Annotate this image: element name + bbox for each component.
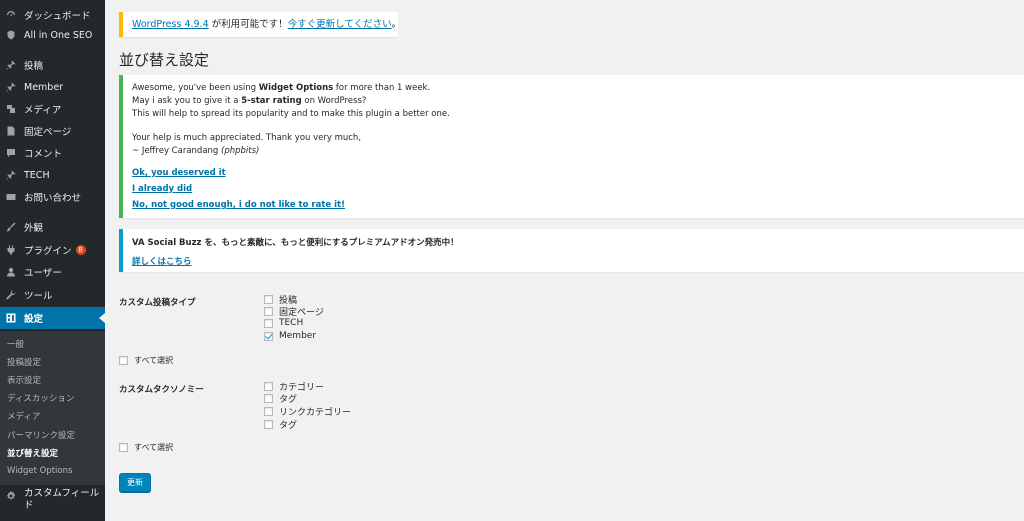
notice-line: This will help to spread its popularity … bbox=[132, 109, 450, 119]
plugin-icon bbox=[6, 245, 16, 255]
post-type-option[interactable]: TECH bbox=[264, 318, 303, 328]
update-notice: WordPress 4.9.4 が利用可能です！今すぐ更新してください。 bbox=[119, 12, 401, 37]
taxonomy-option[interactable]: タグ bbox=[264, 418, 297, 431]
sidebar-item-label: 固定ページ bbox=[24, 127, 72, 138]
sidebar-item-plugins[interactable]: プラグイン 8 bbox=[0, 239, 105, 261]
submenu-item-reorder-settings[interactable]: 並び替え設定 bbox=[7, 447, 58, 459]
sidebar-item-media[interactable]: メディア bbox=[0, 98, 105, 120]
sidebar-item-label: お問い合わせ bbox=[24, 193, 82, 204]
sidebar-item-tech[interactable]: TECH bbox=[0, 164, 105, 186]
update-notice-text: が利用可能です！ bbox=[208, 19, 288, 30]
submenu-item-reading[interactable]: 表示設定 bbox=[7, 374, 41, 386]
sidebar-item-label: ダッシュボード bbox=[24, 11, 91, 22]
sidebar-item-label: ユーザー bbox=[24, 268, 62, 279]
sidebar-item-member[interactable]: Member bbox=[0, 76, 105, 98]
details-link[interactable]: 詳しくはこちら bbox=[132, 255, 192, 267]
sidebar-item-contact[interactable]: お問い合わせ bbox=[0, 186, 105, 208]
sidebar-item-custom-fields[interactable]: カスタムフィールド bbox=[0, 488, 105, 516]
update-button[interactable]: 更新 bbox=[119, 473, 151, 492]
settings-icon bbox=[6, 313, 16, 323]
pin-icon bbox=[6, 82, 16, 92]
sidebar-item-all-in-one-seo[interactable]: All in One SEO bbox=[0, 24, 105, 46]
checkbox-checked[interactable] bbox=[264, 331, 273, 341]
rate-ok-link[interactable]: Ok, you deserved it bbox=[132, 168, 226, 178]
checkbox[interactable] bbox=[264, 307, 273, 316]
pin-icon bbox=[6, 60, 16, 70]
checkbox[interactable] bbox=[264, 420, 273, 429]
notice-line: Your help is much appreciated. Thank you… bbox=[132, 133, 362, 143]
sidebar-item-label: 外観 bbox=[24, 223, 44, 234]
plugin-update-count-badge: 8 bbox=[75, 245, 86, 255]
admin-sidebar: ダッシュボード All in One SEO 投稿 Member メディア 固定… bbox=[0, 0, 105, 521]
wrench-icon bbox=[6, 290, 16, 300]
notice-line: Awesome, you've been using Widget Option… bbox=[132, 83, 431, 93]
shield-icon bbox=[6, 30, 16, 40]
sidebar-item-posts[interactable]: 投稿 bbox=[0, 54, 105, 76]
checkbox[interactable] bbox=[264, 407, 273, 416]
taxonomies-label: カスタムタクソノミー bbox=[119, 385, 204, 395]
select-all-taxonomies[interactable]: すべて選択 bbox=[119, 442, 173, 453]
post-type-option[interactable]: 固定ページ bbox=[264, 305, 324, 318]
already-rated-link[interactable]: I already did bbox=[132, 184, 192, 194]
sidebar-item-label: TECH bbox=[24, 169, 50, 181]
widget-options-rating-notice: Awesome, you've been using Widget Option… bbox=[119, 75, 1024, 218]
submenu-item-writing[interactable]: 投稿設定 bbox=[7, 356, 41, 368]
sidebar-item-label: 設定 bbox=[24, 314, 44, 325]
sidebar-item-users[interactable]: ユーザー bbox=[0, 261, 105, 283]
update-now-link[interactable]: 今すぐ更新してください bbox=[288, 19, 392, 30]
sidebar-item-pages[interactable]: 固定ページ bbox=[0, 120, 105, 142]
wordpress-version-link[interactable]: WordPress 4.9.4 bbox=[132, 19, 209, 30]
taxonomy-option[interactable]: タグ bbox=[264, 392, 297, 405]
checkbox[interactable] bbox=[119, 356, 128, 365]
submenu-item-general[interactable]: 一般 bbox=[7, 338, 24, 350]
page-icon bbox=[6, 126, 16, 136]
submenu-item-media[interactable]: メディア bbox=[7, 410, 40, 422]
sidebar-item-label: プラグイン bbox=[24, 246, 72, 257]
sidebar-item-label: コメント bbox=[24, 149, 63, 160]
sidebar-item-label: カスタムフィールド bbox=[24, 488, 100, 511]
sidebar-item-appearance[interactable]: 外観 bbox=[0, 216, 105, 238]
sidebar-item-label: All in One SEO bbox=[24, 29, 93, 41]
update-notice-end: 。 bbox=[391, 19, 402, 30]
sidebar-item-dashboard[interactable]: ダッシュボード bbox=[0, 4, 105, 26]
post-types-label: カスタム投稿タイプ bbox=[119, 298, 196, 308]
checkbox[interactable] bbox=[264, 295, 273, 304]
checkbox[interactable] bbox=[264, 382, 273, 391]
checkbox[interactable] bbox=[264, 394, 273, 403]
dashboard-icon bbox=[6, 10, 16, 20]
sidebar-item-label: メディア bbox=[24, 105, 62, 116]
pin-icon bbox=[6, 170, 16, 180]
submenu-item-permalinks[interactable]: パーマリンク設定 bbox=[7, 429, 75, 441]
checkbox[interactable] bbox=[119, 443, 128, 452]
sidebar-item-label: 投稿 bbox=[24, 61, 44, 72]
va-social-buzz-notice: VA Social Buzz を、もっと素敵に、もっと便利にするプレミアムアドオ… bbox=[119, 229, 1024, 272]
checkbox[interactable] bbox=[264, 318, 273, 328]
notice-line: May i ask you to give it a 5-star rating… bbox=[132, 96, 367, 106]
sidebar-item-label: Member bbox=[24, 81, 64, 93]
submenu-item-discussion[interactable]: ディスカッション bbox=[7, 392, 74, 404]
page-title: 並び替え設定 bbox=[119, 51, 210, 69]
notice-line: VA Social Buzz を、もっと素敵に、もっと便利にするプレミアムアドオ… bbox=[132, 238, 459, 248]
comment-icon bbox=[6, 148, 16, 158]
gear-icon bbox=[6, 491, 16, 501]
media-icon bbox=[6, 104, 16, 114]
notice-line: ~ Jeffrey Carandang (phpbits) bbox=[132, 146, 260, 156]
post-type-option[interactable]: Member bbox=[264, 331, 316, 341]
sidebar-item-comments[interactable]: コメント bbox=[0, 142, 105, 164]
select-all-post-types[interactable]: すべて選択 bbox=[119, 355, 173, 366]
brush-icon bbox=[6, 222, 16, 232]
sidebar-item-label: ツール bbox=[24, 291, 53, 302]
sidebar-item-settings[interactable]: 設定 bbox=[0, 307, 105, 329]
submenu-item-widget-options[interactable]: Widget Options bbox=[7, 466, 72, 476]
settings-submenu: 一般 投稿設定 表示設定 ディスカッション メディア パーマリンク設定 並び替え… bbox=[0, 331, 105, 485]
user-icon bbox=[6, 267, 16, 277]
taxonomy-option[interactable]: リンクカテゴリー bbox=[264, 405, 351, 418]
decline-rating-link[interactable]: No, not good enough, i do not like to ra… bbox=[132, 200, 345, 210]
sidebar-item-tools[interactable]: ツール bbox=[0, 284, 105, 306]
mail-icon bbox=[6, 192, 16, 202]
